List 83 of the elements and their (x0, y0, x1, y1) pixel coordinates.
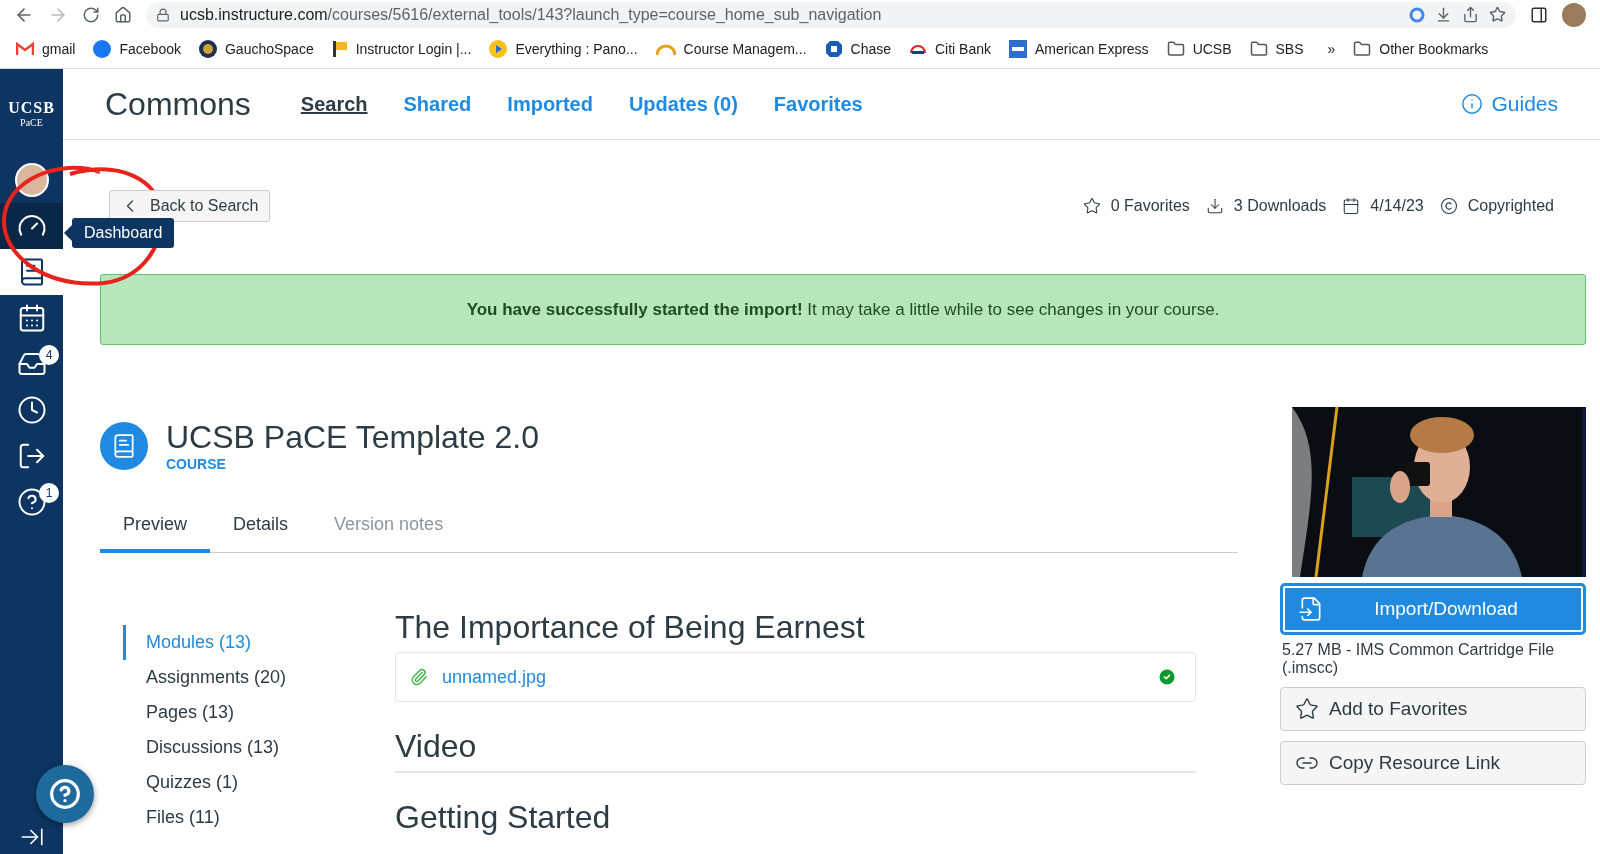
content-tab[interactable]: Details (210, 504, 312, 553)
module-title: Video (395, 728, 1196, 773)
bookmark[interactable]: Instructor Login |... (331, 39, 472, 58)
help-icon (49, 778, 81, 810)
outline-item[interactable]: Pages (13) (123, 695, 395, 730)
address-bar[interactable]: ucsb.instructure.com/courses/5616/external_tools/143?launch_type=course_home_sub_navigation (146, 1, 1516, 28)
meta-text: Copyrighted (1467, 197, 1554, 215)
bookmark[interactable]: GauchoSpace (198, 39, 314, 58)
more-bookmarks[interactable]: » (1327, 40, 1336, 57)
favorite-button[interactable]: Add to Favorites (1280, 687, 1586, 731)
calendar-icon (1342, 197, 1361, 215)
install-icon[interactable] (1435, 6, 1452, 23)
bookmark[interactable]: UCSB (1166, 39, 1232, 58)
share-icon[interactable] (1462, 6, 1479, 23)
bookmark[interactable]: Course Managem... (655, 40, 807, 57)
bookmark[interactable]: SBS (1249, 39, 1304, 58)
nav-tab[interactable]: Search (300, 92, 368, 116)
reload-icon[interactable] (82, 5, 100, 24)
resource-type: COURSE (166, 456, 227, 472)
play-icon (489, 39, 508, 58)
help-button[interactable] (36, 765, 94, 823)
bookmark[interactable]: Citi Bank (909, 40, 992, 57)
count-badge: 1 (39, 483, 59, 503)
bookmark[interactable]: gmail (16, 40, 76, 57)
import-button[interactable]: Import/Download (1280, 583, 1586, 635)
resource-title: UCSB PaCE Template 2.0 (166, 419, 539, 456)
outline-item[interactable]: Assignments (20) (123, 660, 395, 695)
card-icon (1009, 39, 1028, 58)
copy-link-button[interactable]: Copy Resource Link (1280, 741, 1586, 785)
nav-tab[interactable]: Shared (403, 92, 472, 116)
outline-item[interactable]: Modules (13) (123, 625, 395, 660)
folder-icon (1353, 39, 1372, 58)
outline-item[interactable]: Discussions (13) (123, 730, 395, 765)
back-button[interactable]: Back to Search (109, 190, 270, 222)
meta-text: 0 Favorites (1110, 197, 1190, 215)
nav-tab[interactable]: Updates (0) (628, 92, 738, 116)
guides-link[interactable]: Guides (1461, 92, 1558, 116)
url-text: ucsb.instructure.com/courses/5616/external_tools/143?launch_type=course_home_sub_navigation (180, 5, 882, 24)
octagon-icon (824, 39, 843, 58)
mail-icon (16, 41, 34, 56)
download-icon (1205, 197, 1224, 215)
folder-icon (1166, 39, 1185, 58)
flag-icon (331, 39, 348, 58)
content-tab[interactable]: Preview (100, 504, 211, 553)
logo[interactable]: UCSB PaCE (0, 69, 63, 157)
bookmark-star-icon[interactable] (1489, 6, 1506, 23)
meta-text: 4/14/23 (1370, 197, 1424, 215)
nav-item[interactable] (0, 249, 63, 295)
outline-item[interactable]: Files (11) (123, 800, 395, 835)
outline-item[interactable]: Quizzes (1) (123, 765, 395, 800)
nav-tab[interactable]: Imported (507, 92, 593, 116)
count-badge: 4 (39, 345, 59, 365)
tooltip-arrow (64, 225, 72, 241)
meta-text: 3 Downloads (1233, 197, 1327, 215)
side-panel-icon[interactable] (1530, 5, 1548, 24)
help-icon (16, 487, 47, 517)
nav-item[interactable] (0, 203, 63, 249)
bookmark[interactable]: Facebook (93, 39, 181, 58)
star-icon (1082, 197, 1101, 215)
nav-item[interactable]: 1 (0, 479, 63, 525)
file-info: 5.27 MB - IMS Common Cartridge File (.imscc) (1282, 641, 1556, 677)
star-icon (1295, 697, 1319, 721)
home-icon[interactable] (114, 5, 132, 24)
folder-icon (1249, 39, 1268, 58)
file-link[interactable]: unnamed.jpg (442, 666, 547, 688)
module-title: The Importance of Being Earnest (395, 609, 866, 647)
bookmark[interactable]: Other Bookmarks (1353, 39, 1489, 58)
book-icon (100, 421, 148, 470)
arc-icon (909, 42, 927, 55)
paperclip-icon (410, 668, 428, 686)
nav-item[interactable]: 4 (0, 341, 63, 387)
nav-tab[interactable]: Favorites (773, 92, 863, 116)
info-icon (1461, 93, 1484, 115)
profile-avatar[interactable] (1562, 2, 1586, 27)
app-title: Commons (105, 85, 251, 123)
banner-message: You have successfully started the import! It may take a little while to see changes in your course. (466, 299, 1220, 320)
module-title: Getting Started (395, 799, 612, 837)
bookmark[interactable]: American Express (1009, 39, 1149, 58)
clock-icon (16, 395, 47, 425)
bookmark[interactable]: Chase (824, 39, 891, 58)
copyright-icon (1439, 197, 1458, 215)
bookmark[interactable]: Everything : Pano... (489, 39, 638, 58)
lock-icon (156, 7, 170, 22)
